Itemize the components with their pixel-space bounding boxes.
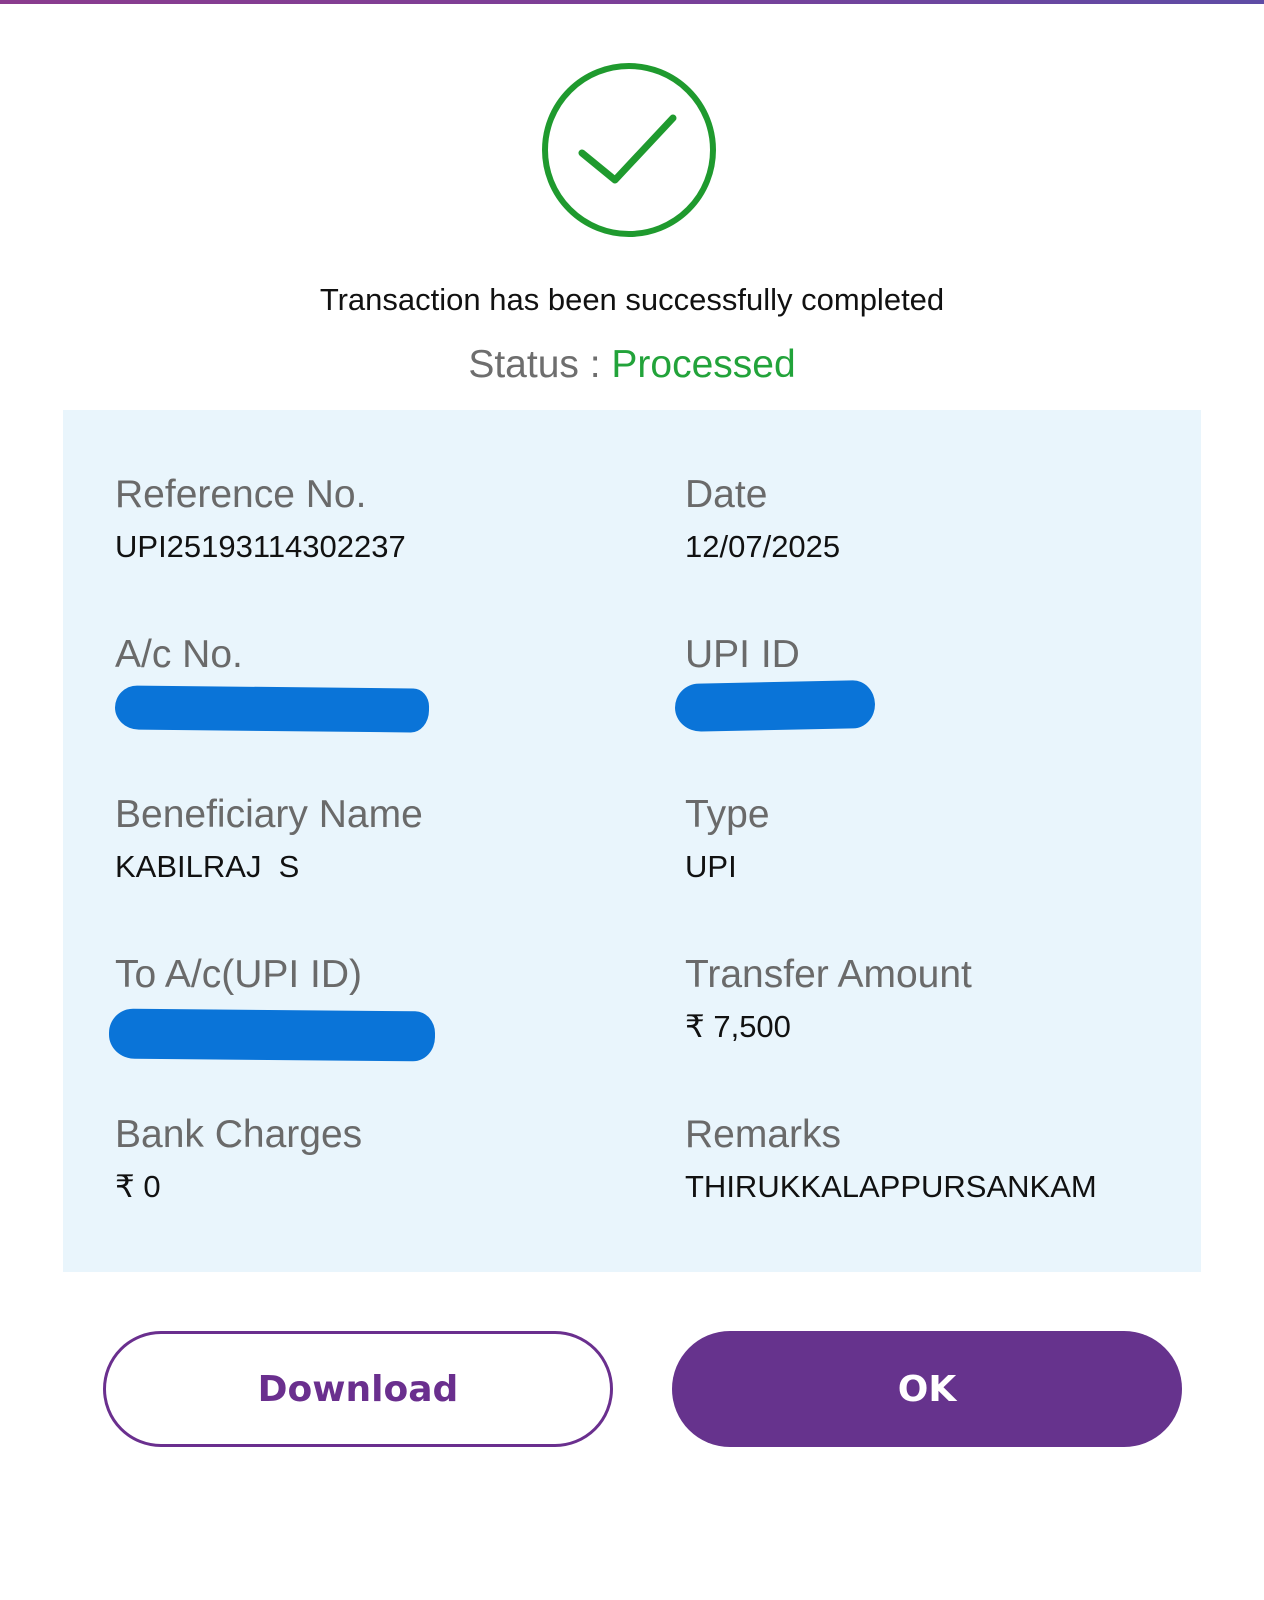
status-line: Status : Processed [0,343,1264,387]
type-label: Type [685,793,770,836]
reference-no-field: Reference No. UPI25193114302237 [115,472,406,566]
beneficiary-name-field: Beneficiary Name KABILRAJ S [115,792,423,886]
upi-id-label: UPI ID [685,633,800,676]
bank-charges-field: Bank Charges ₹ 0 [115,1112,362,1206]
transaction-receipt-screen: Transaction has been successfully comple… [0,0,1264,1600]
upi-id-field: UPI ID [685,632,800,678]
date-field: Date 12/07/2025 [685,472,840,566]
transfer-amount-field: Transfer Amount ₹ 7,500 [685,952,972,1046]
ok-button[interactable]: OK [672,1331,1182,1447]
reference-no-label: Reference No. [115,473,367,516]
to-ac-label: To A/c(UPI ID) [115,953,363,996]
ac-no-label: A/c No. [115,633,243,676]
ac-no-redaction [114,685,430,733]
type-field: Type UPI [685,792,770,886]
transfer-amount-value: ₹ 7,500 [685,1009,791,1044]
date-value: 12/07/2025 [685,529,841,564]
beneficiary-name-value: KABILRAJ S [115,849,300,884]
remarks-field: Remarks THIRUKKALAPPURSANKAM [685,1112,1097,1206]
to-ac-field: To A/c(UPI ID) [115,952,362,998]
transfer-amount-label: Transfer Amount [685,953,972,996]
status-label: Status : [468,343,612,386]
beneficiary-name-label: Beneficiary Name [115,793,423,836]
ac-no-field: A/c No. [115,632,243,678]
date-label: Date [685,473,768,516]
remarks-value: THIRUKKALAPPURSANKAM [685,1169,1097,1204]
bank-charges-value: ₹ 0 [115,1169,161,1204]
status-value: Processed [611,343,796,386]
success-message: Transaction has been successfully comple… [319,282,945,317]
download-button[interactable]: Download [103,1331,613,1447]
reference-no-value: UPI25193114302237 [115,529,406,564]
type-value: UPI [685,849,737,884]
top-accent-bar [0,0,1264,4]
bank-charges-label: Bank Charges [115,1113,363,1156]
to-ac-redaction [108,1008,436,1062]
success-check-icon [542,63,716,237]
remarks-label: Remarks [685,1113,842,1156]
transaction-details-card: Reference No. UPI25193114302237 Date 12/… [63,410,1201,1272]
upi-id-redaction [674,679,876,733]
